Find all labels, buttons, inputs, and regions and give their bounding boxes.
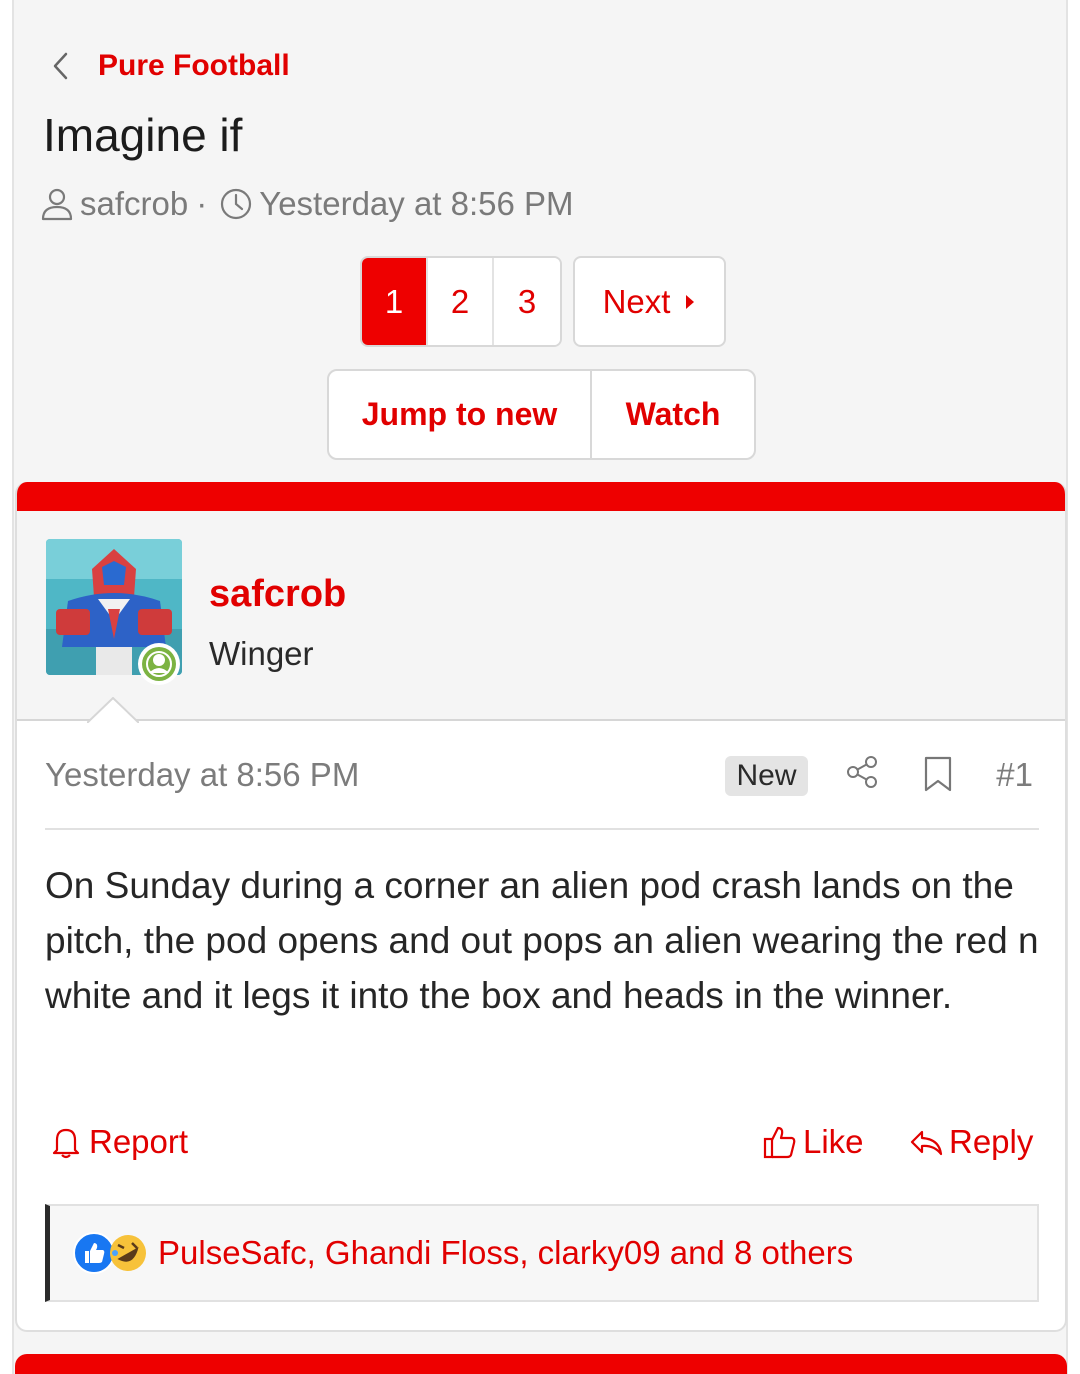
post-time[interactable]: Yesterday at 8:56 PM (45, 756, 359, 794)
reply-button[interactable]: Reply (909, 1120, 1033, 1164)
post-author-name[interactable]: safcrob (209, 573, 346, 616)
like-button[interactable]: Like (763, 1120, 864, 1164)
user-title: Winger (209, 635, 314, 672)
reply-label: Reply (949, 1123, 1034, 1160)
post-accent-bar (17, 482, 1065, 511)
report-label: Report (89, 1123, 189, 1160)
meta-separator: · (196, 185, 208, 222)
online-status-icon (138, 643, 180, 685)
next-label: Next (602, 282, 671, 320)
page-2[interactable]: 2 (428, 258, 494, 345)
post-footer: Report Like Reply (45, 1120, 1039, 1164)
pagination: 1 2 3 Next (360, 256, 726, 347)
breadcrumb-label[interactable]: Pure Football (98, 49, 290, 83)
page-title: Imagine if (43, 109, 243, 161)
thumbs-up-icon (763, 1126, 796, 1159)
jump-to-new-button[interactable]: Jump to new (329, 371, 592, 458)
thread-meta: safcrob · Yesterday at 8:56 PM (40, 182, 574, 226)
caret-right-icon (686, 294, 695, 309)
reaction-icons (72, 1231, 150, 1275)
page-numbers: 1 2 3 (360, 256, 562, 347)
reactions-bar: PulseSafc, Ghandi Floss, clarky09 and 8 … (45, 1204, 1039, 1302)
page-1[interactable]: 1 (362, 258, 428, 345)
thread-actions: Jump to new Watch (327, 369, 756, 460)
next-page-button[interactable]: Next (573, 256, 726, 347)
reply-icon (910, 1130, 943, 1156)
bell-icon (52, 1128, 80, 1159)
thread-date[interactable]: Yesterday at 8:56 PM (259, 185, 573, 223)
laugh-reaction-icon (110, 1235, 146, 1271)
bookmark-icon[interactable] (923, 756, 953, 792)
thread-author[interactable]: safcrob (80, 185, 188, 223)
post: safcrob Winger Yesterday at 8:56 PM New … (15, 482, 1067, 1332)
share-icon[interactable] (845, 754, 879, 790)
post-number[interactable]: #1 (996, 756, 1033, 794)
breadcrumb[interactable]: Pure Football (50, 44, 290, 88)
report-button[interactable]: Report (49, 1120, 188, 1164)
avatar[interactable] (46, 539, 182, 685)
like-label: Like (803, 1123, 864, 1160)
next-post-accent-bar (15, 1354, 1067, 1374)
page-3[interactable]: 3 (494, 258, 560, 345)
author-caret (87, 697, 139, 723)
post-header: Yesterday at 8:56 PM New #1 (45, 722, 1039, 830)
post-author-block: safcrob Winger (17, 511, 1065, 723)
page: Pure Football Imagine if safcrob · Yeste… (12, 0, 1068, 1374)
watch-button[interactable]: Watch (592, 371, 754, 458)
reactors-list[interactable]: PulseSafc, Ghandi Floss, clarky09 and 8 … (158, 1234, 853, 1272)
post-body: On Sunday during a corner an alien pod c… (45, 865, 1039, 1016)
clock-icon (221, 188, 252, 220)
new-badge: New (725, 756, 808, 796)
chevron-left-icon (53, 52, 68, 80)
user-icon (41, 188, 73, 221)
